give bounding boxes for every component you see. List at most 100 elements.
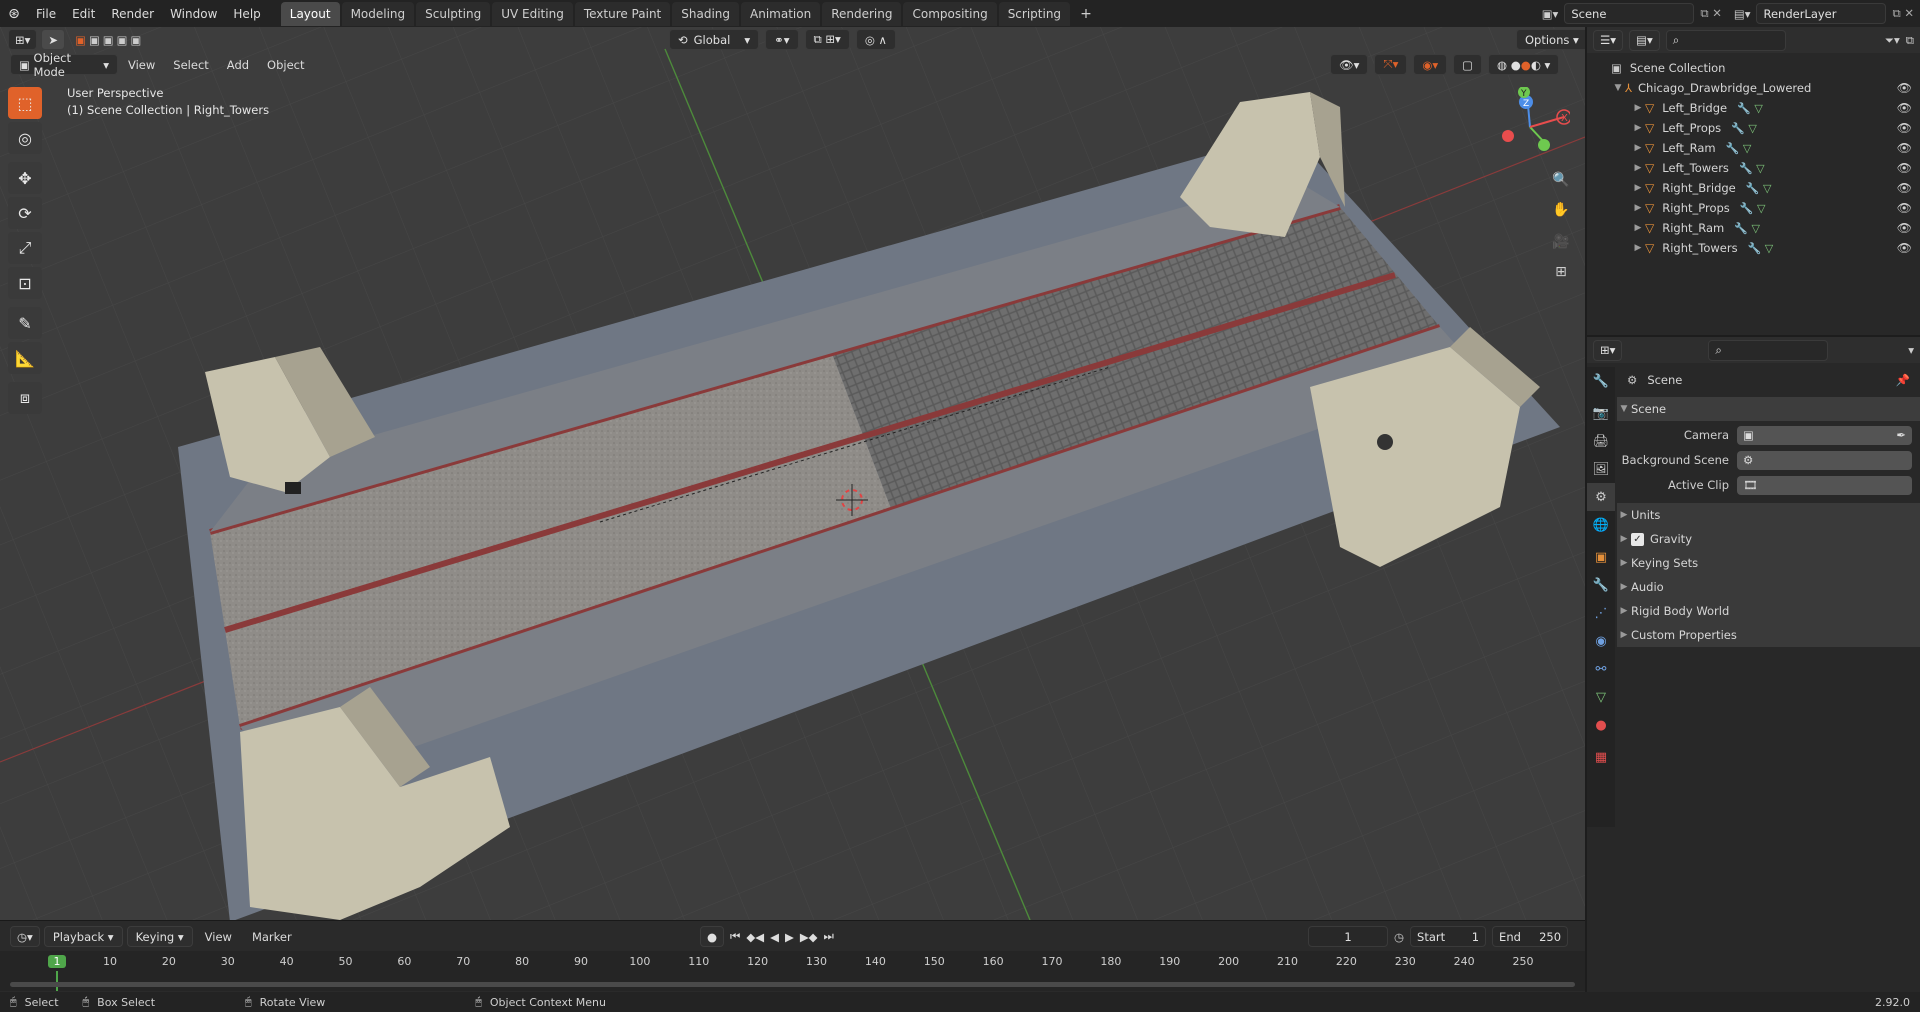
constraints-tab-icon[interactable]: ⚯ — [1587, 655, 1615, 683]
properties-search-input[interactable]: ⌕ — [1708, 339, 1829, 361]
expand-icon[interactable]: ▶ — [1631, 163, 1645, 173]
expand-icon[interactable]: ▶ — [1631, 223, 1645, 233]
outliner-object-row[interactable]: ▶ ▽ Right_Props 🔧 ▽ 👁 — [1587, 198, 1920, 218]
gizmo-y-neg-icon[interactable] — [1538, 139, 1550, 151]
prev-keyframe-icon[interactable]: ◆◀ — [746, 930, 764, 944]
outliner-display-mode[interactable]: ▤▾ — [1629, 29, 1660, 51]
expand-icon[interactable]: ▶ — [1631, 183, 1645, 193]
3d-viewport[interactable]: ⊞▾ ➤ ▣▣▣▣▣ ⟲ Global ▾ ⚭▾ ⧉ ⊞▾ ◎ ∧ Options… — [0, 27, 1585, 920]
viewport-menu-add[interactable]: Add — [219, 58, 257, 72]
gizmo-x-neg-icon[interactable] — [1502, 130, 1514, 142]
playback-dropdown[interactable]: Playback ▾ — [43, 926, 123, 947]
object-tab-icon[interactable]: ▣ — [1587, 543, 1615, 571]
renderlayer-browse-icon[interactable]: ▤▾ — [1734, 7, 1751, 21]
particles-tab-icon[interactable]: ⋰ — [1587, 599, 1615, 627]
next-keyframe-icon[interactable]: ▶◆ — [800, 930, 818, 944]
panel-header[interactable]: ▶ Rigid Body World — [1617, 599, 1920, 623]
shading-modes[interactable]: ◍ ● ● ◐ ▾ — [1488, 54, 1560, 75]
start-frame-field[interactable]: Start 1 — [1410, 926, 1487, 947]
scene-browse-icon[interactable]: ▣▾ — [1542, 7, 1559, 21]
panel-header[interactable]: ▶ ✓ Gravity — [1617, 527, 1920, 551]
object-mode-dropdown[interactable]: ▣ Object Mode ▾ — [10, 51, 118, 79]
outliner[interactable]: ☰▾ ▤▾ ⌕ ⏷▾ ⧉ ▣ Scene Collection ▼ ⅄ Chic… — [1587, 27, 1920, 335]
select-mode-button[interactable]: ➤ — [41, 29, 66, 50]
outliner-search-input[interactable]: ⌕ — [1665, 29, 1786, 51]
gizmo-toggle[interactable]: ⤧▾ — [1374, 54, 1408, 75]
expand-icon[interactable]: ▶ — [1631, 203, 1645, 213]
visibility-dropdown[interactable]: 👁▾ — [1330, 54, 1369, 75]
expand-icon[interactable]: ▶ — [1631, 103, 1645, 113]
tool-transform[interactable]: ⊡ — [8, 267, 42, 299]
end-frame-field[interactable]: End 250 — [1492, 926, 1569, 947]
xray-toggle[interactable]: ▢ — [1453, 54, 1483, 75]
eye-icon[interactable]: 👁 — [1897, 101, 1912, 115]
select-mode-icons[interactable]: ▣▣▣▣▣ — [75, 33, 144, 47]
scene-selector[interactable]: Scene — [1564, 3, 1695, 24]
eye-icon[interactable]: 👁 — [1897, 81, 1912, 95]
timeline-scrollbar[interactable] — [10, 982, 1575, 987]
menu-render[interactable]: Render — [103, 7, 162, 21]
tool-annotate[interactable]: ✎ — [8, 307, 42, 339]
timeline[interactable]: ◷▾ Playback ▾ Keying ▾ View Marker ● ⏮ ◆… — [0, 920, 1585, 992]
add-workspace-button[interactable]: + — [1072, 2, 1100, 26]
tab-scripting[interactable]: Scripting — [998, 1, 1071, 26]
material-tab-icon[interactable]: ● — [1587, 711, 1615, 739]
expand-icon[interactable]: ▶ — [1631, 243, 1645, 253]
tool-tab-icon[interactable]: 🔧 — [1587, 367, 1615, 395]
panel-header[interactable]: ▶ Audio — [1617, 575, 1920, 599]
tab-sculpting[interactable]: Sculpting — [416, 1, 491, 26]
outliner-editor-type[interactable]: ☰▾ — [1593, 29, 1624, 51]
viewport-menu-view[interactable]: View — [120, 58, 163, 72]
viewport-scene[interactable] — [0, 27, 1585, 920]
scene-copy-icon[interactable]: ⧉ ✕ — [1700, 6, 1722, 21]
outliner-object-row[interactable]: ▶ ▽ Left_Bridge 🔧 ▽ 👁 — [1587, 98, 1920, 118]
options-button[interactable]: Options ▾ — [1516, 29, 1585, 50]
collection-row[interactable]: ▼ ⅄ Chicago_Drawbridge_Lowered 👁 — [1587, 78, 1920, 98]
eye-icon[interactable]: 👁 — [1897, 221, 1912, 235]
proportional-toggle[interactable]: ◎ ∧ — [855, 29, 896, 50]
timeline-menu-marker[interactable]: Marker — [244, 930, 300, 944]
frame-ruler[interactable]: 1 10 20 30 40 50 60 70 80 90 100 110 120 130 140 150 160… — [0, 951, 1585, 991]
data-tab-icon[interactable]: ▽ — [1587, 683, 1615, 711]
play-reverse-icon[interactable]: ◀ — [770, 930, 779, 944]
tool-move[interactable]: ✥ — [8, 162, 42, 194]
panel-header[interactable]: ▶ Units — [1617, 503, 1920, 527]
eyedropper-icon[interactable]: ✒ — [1896, 428, 1906, 442]
gravity-checkbox[interactable]: ✓ — [1631, 532, 1644, 546]
tab-shading[interactable]: Shading — [672, 1, 739, 26]
tab-uv-editing[interactable]: UV Editing — [492, 1, 573, 26]
tab-compositing[interactable]: Compositing — [903, 1, 997, 26]
eye-icon[interactable]: 👁 — [1897, 241, 1912, 255]
outliner-object-row[interactable]: ▶ ▽ Right_Bridge 🔧 ▽ 👁 — [1587, 178, 1920, 198]
snap-toggle[interactable]: ⧉ ⊞▾ — [804, 29, 850, 50]
overlay-toggle[interactable]: ◉▾ — [1413, 54, 1448, 75]
scene-panel-header[interactable]: ▼ Scene — [1617, 397, 1920, 421]
zoom-icon[interactable]: 🔍 — [1548, 167, 1574, 193]
outliner-object-row[interactable]: ▶ ▽ Right_Ram 🔧 ▽ 👁 — [1587, 218, 1920, 238]
editor-type-button[interactable]: ⊞▾ — [8, 29, 38, 50]
outliner-object-row[interactable]: ▶ ▽ Left_Towers 🔧 ▽ 👁 — [1587, 158, 1920, 178]
tool-add-cube[interactable]: ⧈ — [8, 382, 42, 414]
outliner-object-row[interactable]: ▶ ▽ Right_Towers 🔧 ▽ 👁 — [1587, 238, 1920, 258]
camera-field[interactable]: ▣ ✒ — [1737, 425, 1912, 445]
timeline-menu-view[interactable]: View — [197, 930, 240, 944]
outliner-object-row[interactable]: ▶ ▽ Left_Props 🔧 ▽ 👁 — [1587, 118, 1920, 138]
filter-icon[interactable]: ⏷▾ — [1885, 33, 1900, 48]
background-scene-field[interactable]: ⚙ — [1737, 450, 1912, 470]
world-tab-icon[interactable]: 🌐 — [1587, 511, 1615, 539]
eye-icon[interactable]: 👁 — [1897, 161, 1912, 175]
tool-measure[interactable]: 📐 — [8, 342, 42, 374]
tab-animation[interactable]: Animation — [741, 1, 821, 26]
expand-icon[interactable]: ▶ — [1631, 123, 1645, 133]
pivot-dropdown[interactable]: ⚭▾ — [765, 29, 799, 50]
navigation-gizmo[interactable]: X Y Z — [1490, 87, 1570, 167]
tool-rotate[interactable]: ⟳ — [8, 197, 42, 229]
panel-header[interactable]: ▶ Custom Properties — [1617, 623, 1920, 647]
properties-editor-type[interactable]: ⊞▾ — [1593, 339, 1623, 361]
modifiers-tab-icon[interactable]: 🔧 — [1587, 571, 1615, 599]
tab-texture-paint[interactable]: Texture Paint — [574, 1, 671, 26]
active-clip-field[interactable]: 🎞 — [1737, 475, 1912, 495]
texture-tab-icon[interactable]: ▦ — [1587, 743, 1615, 771]
view-layer-tab-icon[interactable]: 🖼 — [1587, 455, 1615, 483]
expand-icon[interactable]: ▼ — [1611, 83, 1625, 93]
